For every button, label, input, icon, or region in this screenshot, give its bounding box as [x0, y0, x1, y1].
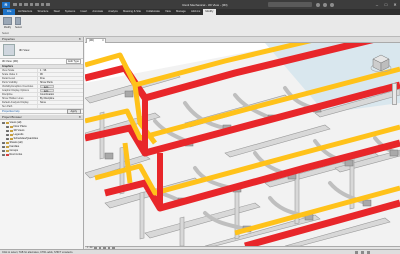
properties-help-link[interactable]: Properties help [2, 110, 19, 113]
browser-node[interactable]: + Revit Links [2, 153, 83, 157]
help-search-input[interactable] [268, 2, 312, 7]
folder-icon [5, 121, 9, 125]
expand-icon[interactable]: + [2, 145, 5, 149]
cart-icon[interactable] [323, 2, 327, 7]
property-value[interactable]: Show Parts [38, 81, 83, 84]
ribbon-group-label: Select [2, 32, 9, 35]
folder-icon [9, 125, 13, 129]
expand-icon[interactable]: + [2, 153, 5, 157]
folder-icon [5, 153, 9, 157]
project-browser-header: Project Browser ✕ [0, 115, 83, 120]
model-render [85, 43, 400, 246]
3d-view-type-icon [3, 44, 15, 56]
property-name: Scale Value 1: [0, 73, 38, 76]
expand-icon[interactable]: + [6, 137, 9, 141]
folder-icon [9, 129, 13, 133]
expand-icon[interactable]: + [2, 149, 5, 153]
property-rows: View Scale 1 : 96 Scale Value 1: 96 Detail L… [0, 69, 83, 109]
property-value[interactable]: Edit... [38, 89, 83, 92]
select-dropdown[interactable]: Select [15, 17, 22, 29]
property-name: Detail Level [0, 77, 38, 80]
title-bar: R Revit Mechanical - 3D View - {3D} – □ … [0, 0, 400, 9]
window-title: Revit Mechanical - 3D View - {3D} [182, 2, 228, 7]
close-icon[interactable]: ✕ [78, 115, 81, 120]
properties-footer: Properties help Apply [0, 109, 83, 114]
quick-access-toolbar [13, 2, 50, 6]
collapse-icon[interactable]: − [2, 121, 5, 125]
property-value[interactable]: 1 : 96 [38, 69, 83, 72]
maximize-button[interactable]: □ [382, 1, 390, 8]
property-value[interactable]: Edit... [38, 85, 83, 88]
property-name: Parts Visibility [0, 81, 38, 84]
title-tools [316, 2, 334, 7]
type-selector[interactable]: 3D View [0, 42, 83, 59]
folder-icon [9, 137, 13, 141]
revit-window: R Revit Mechanical - 3D View - {3D} – □ … [0, 0, 400, 254]
folder-icon [5, 149, 9, 153]
property-value[interactable] [38, 105, 83, 108]
property-name: Visibility/Graphics Overrides [0, 85, 38, 88]
folder-icon [9, 133, 13, 137]
folder-icon [5, 145, 9, 149]
property-value[interactable]: Fine [38, 77, 83, 80]
left-panel: Properties ✕ 3D View 3D View: {3D} Edit … [0, 37, 84, 249]
expand-icon[interactable]: + [6, 125, 9, 129]
print-icon[interactable] [35, 2, 39, 6]
type-name: 3D View [19, 48, 30, 52]
help-icon[interactable] [330, 2, 334, 7]
open-icon[interactable] [13, 2, 17, 6]
property-value[interactable]: 96 [38, 73, 83, 76]
close-button[interactable]: ✕ [391, 1, 399, 8]
expand-icon[interactable]: + [6, 133, 9, 137]
status-tools [355, 250, 370, 254]
navigation-bar[interactable] [392, 83, 397, 105]
property-name: Default Analysis Display [0, 101, 38, 104]
property-name: Show Hidden Lines [0, 97, 38, 100]
project-browser-tree: − Views (all) + Floor Plans +3D Views + Legend… [0, 120, 83, 157]
save-icon[interactable] [18, 2, 22, 6]
apply-button[interactable]: Apply [66, 109, 81, 114]
minimize-button[interactable]: – [373, 1, 381, 8]
status-bar: Click to select, TAB for alternates, CTR… [0, 249, 400, 254]
property-name: Discipline [0, 93, 38, 96]
expand-icon[interactable]: + [2, 141, 5, 145]
app-icon[interactable]: R [2, 1, 10, 8]
properties-header: Properties ✕ [0, 37, 83, 42]
browser-node-label: Revit Links [9, 153, 23, 156]
3d-view-icon[interactable] [46, 2, 50, 6]
property-name: Sun Path [0, 105, 38, 108]
edit-button[interactable]: Edit... [40, 85, 55, 88]
close-icon[interactable]: ✕ [78, 37, 81, 42]
expand-icon[interactable]: + [6, 129, 9, 133]
cursor-icon [3, 17, 12, 25]
3d-view-canvas[interactable] [85, 43, 400, 246]
property-name: View Scale [0, 69, 38, 72]
property-value[interactable]: None [38, 101, 83, 104]
modify-button[interactable]: Modify [3, 17, 12, 29]
edit-type-button[interactable]: Edit Type [66, 59, 81, 64]
edit-button[interactable]: Edit... [40, 89, 55, 92]
measure-icon[interactable] [40, 2, 44, 6]
select-icon [15, 17, 22, 25]
user-icon[interactable] [316, 2, 320, 7]
window-controls: – □ ✕ [373, 1, 399, 8]
redo-icon[interactable] [29, 2, 33, 6]
property-value[interactable]: Coordination [38, 93, 83, 96]
folder-icon [5, 141, 9, 145]
ribbon-panel: Modify Select Select [0, 15, 400, 37]
undo-icon[interactable] [24, 2, 28, 6]
property-value[interactable]: By Discipline [38, 97, 83, 100]
view-cube[interactable] [370, 53, 392, 75]
property-name: Graphic Display Options [0, 89, 38, 92]
